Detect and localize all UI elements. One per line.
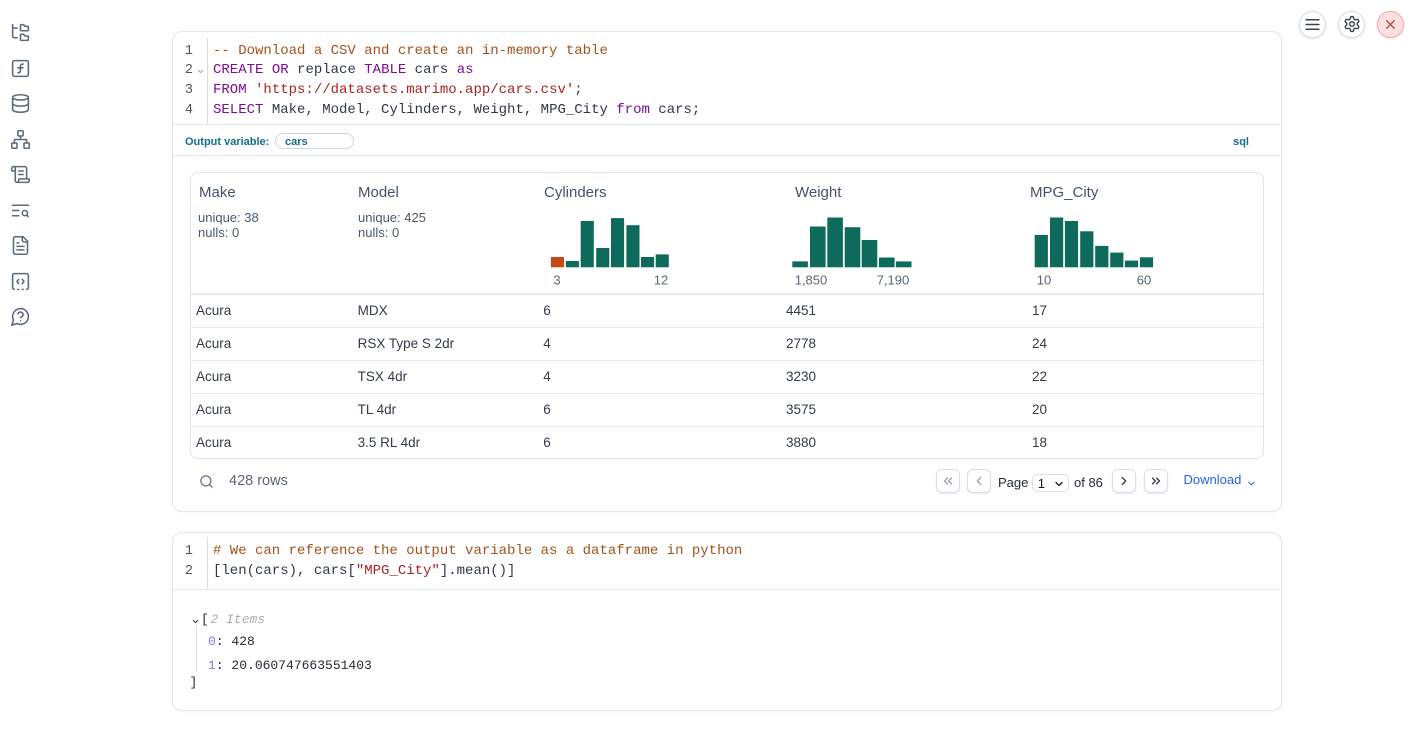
svg-text:12: 12 — [654, 272, 668, 287]
svg-text:7,190: 7,190 — [877, 272, 910, 287]
svg-text:3: 3 — [553, 272, 560, 287]
svg-text:60: 60 — [1137, 272, 1151, 287]
svg-text:1,850: 1,850 — [795, 272, 828, 287]
svg-text:10: 10 — [1037, 272, 1051, 287]
